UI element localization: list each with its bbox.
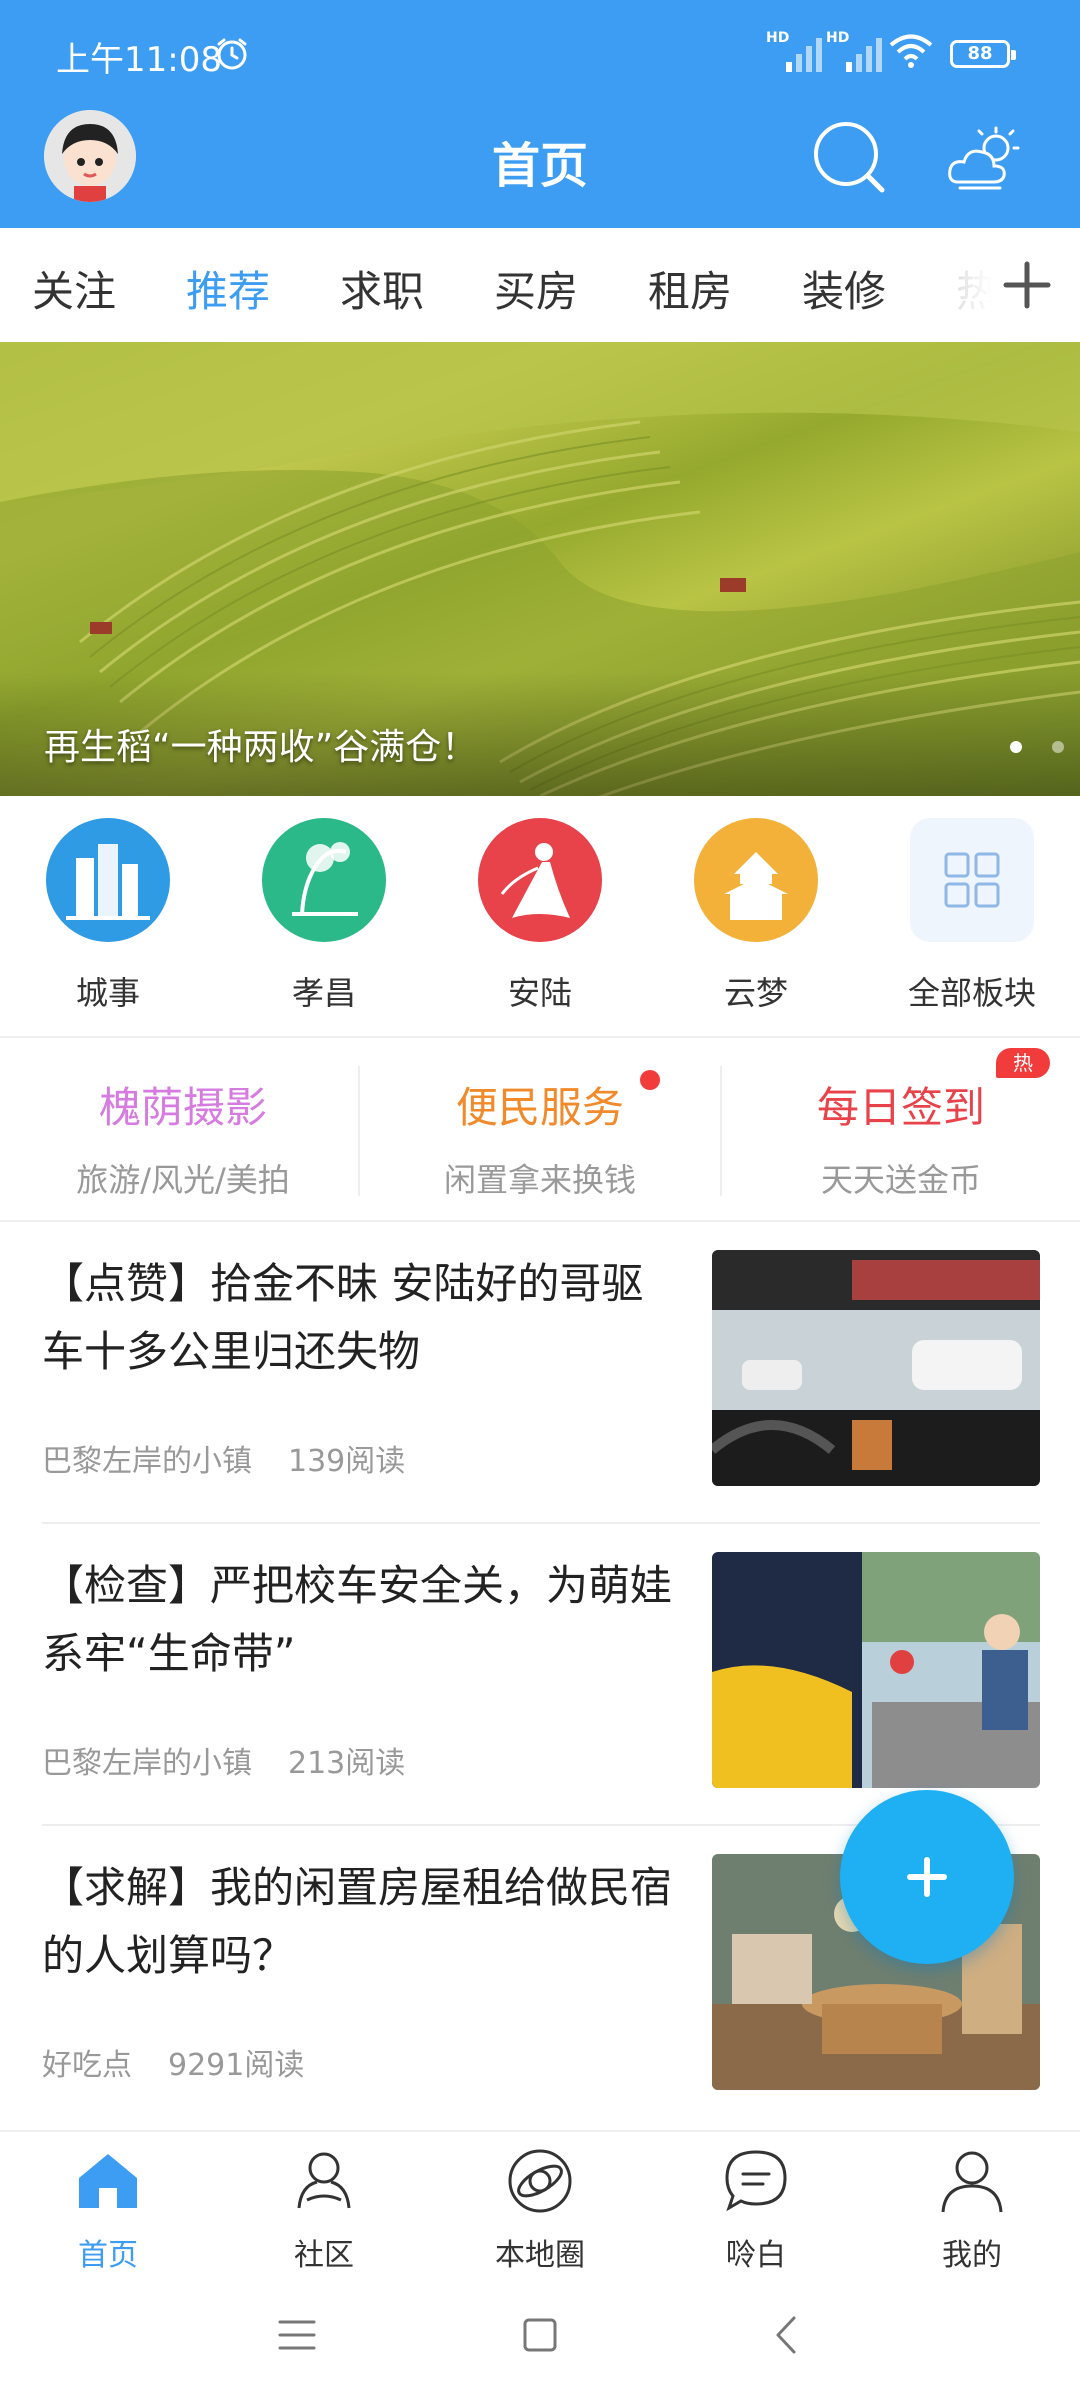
status-bar: 上午11:08 HD HD 88 (0, 0, 1080, 110)
menu-icon[interactable] (272, 2310, 322, 2360)
divider (358, 1066, 360, 1196)
battery-indicator: 88 (950, 40, 1016, 68)
signal-icon (786, 38, 822, 72)
feed-item[interactable]: 【点赞】拾金不昧 安陆好的哥驱车十多公里归还失物 巴黎左岸的小镇 139阅读 (0, 1222, 1080, 1524)
board-shortcuts: 城事 孝昌 安陆 云梦 全部板块 (0, 796, 1080, 1036)
service-subtitle: 闲置拿来换钱 (443, 1161, 636, 1199)
service-subtitle: 旅游/风光/美拍 (76, 1161, 290, 1199)
landscape-painting-icon (262, 818, 386, 942)
feed-title: 【检查】严把校车安全关，为萌娃系牢“生命带” (42, 1561, 673, 1678)
feed-thumbnail (712, 1250, 1040, 1486)
service-title: 每日签到 (816, 1083, 985, 1132)
tab-recommend[interactable]: 推荐 (186, 258, 270, 319)
hot-badge: 热 (996, 1048, 1050, 1078)
tab-buy-house[interactable]: 买房 (494, 258, 578, 319)
banner-caption: 再生稻“一种两收”谷满仓！ (44, 727, 478, 768)
city-buildings-icon (46, 818, 170, 942)
home-square-icon[interactable] (515, 2310, 565, 2360)
board-label: 全部板块 (907, 974, 1036, 1012)
pavilion-icon (694, 818, 818, 942)
back-icon[interactable] (762, 2310, 812, 2360)
feed-item[interactable]: 【检查】严把校车安全关，为萌娃系牢“生命带” 巴黎左岸的小镇 213阅读 (0, 1524, 1080, 1826)
nav-label: 本地圈 (495, 2238, 585, 2273)
notification-dot (640, 1070, 660, 1090)
feed-reads: 213阅读 (288, 1746, 406, 1781)
system-navigation-bar (0, 2270, 1080, 2400)
feed-meta: 好吃点 9291阅读 (42, 2040, 340, 2084)
plus-icon (924, 1857, 930, 1897)
service-subtitle: 天天送金币 (820, 1161, 981, 1199)
add-channel-icon[interactable] (992, 250, 1062, 320)
chat-bubble-icon (725, 2150, 787, 2212)
board-label: 城事 (75, 974, 140, 1012)
home-icon (79, 2154, 137, 2208)
nav-profile[interactable]: 我的 (897, 2144, 1047, 2274)
nav-label: 我的 (942, 2238, 1002, 2273)
service-daily-checkin[interactable]: 每日签到 天天送金币 (736, 1074, 1066, 1201)
feed-author: 好吃点 (42, 2048, 132, 2083)
nav-chat[interactable]: 唥白 (681, 2144, 831, 2274)
channel-tabs: 关注 推荐 求职 买房 租房 装修 热 (0, 228, 1080, 342)
nav-label: 首页 (78, 2238, 138, 2273)
app-header: 上午11:08 HD HD 88 首页 (0, 0, 1080, 228)
board-anlu[interactable]: 安陆 (460, 818, 620, 1014)
signal-icon (846, 38, 882, 72)
service-photography[interactable]: 槐荫摄影 旅游/风光/美拍 (18, 1074, 348, 1201)
search-icon[interactable] (810, 118, 890, 198)
feed-thumbnail (712, 1552, 1040, 1788)
weather-icon[interactable] (944, 124, 1024, 194)
feed-reads: 139阅读 (288, 1444, 406, 1479)
board-label: 孝昌 (291, 974, 356, 1012)
nav-label: 唥白 (726, 2238, 786, 2273)
board-label: 安陆 (507, 974, 572, 1012)
carousel-dot (1052, 741, 1064, 753)
status-time: 上午11:08 (56, 40, 222, 80)
grid-icon (910, 818, 1034, 942)
board-label: 云梦 (723, 974, 788, 1012)
create-post-button[interactable] (840, 1790, 1014, 1964)
divider (720, 1066, 722, 1196)
lady-silhouette-icon (478, 818, 602, 942)
alarm-icon (217, 38, 247, 70)
nav-local-circle[interactable]: 本地圈 (465, 2144, 615, 2274)
feed-title: 【求解】我的闲置房屋租给做民宿的人划算吗？ (42, 1863, 673, 1980)
divider (0, 1036, 1080, 1038)
wifi-icon (889, 34, 933, 68)
nav-label: 社区 (294, 2238, 354, 2273)
tab-jobs[interactable]: 求职 (340, 258, 424, 319)
nav-home[interactable]: 首页 (33, 2144, 183, 2274)
bottom-navigation: 首页 社区 本地圈 唥白 我的 (0, 2130, 1080, 2273)
feed-author: 巴黎左岸的小镇 (42, 1444, 252, 1479)
feed-author: 巴黎左岸的小镇 (42, 1746, 252, 1781)
board-all[interactable]: 全部板块 (892, 818, 1052, 1014)
nav-community[interactable]: 社区 (249, 2144, 399, 2274)
profile-icon (941, 2151, 1003, 2213)
tab-decoration[interactable]: 装修 (802, 258, 886, 319)
service-title: 槐荫摄影 (98, 1083, 267, 1132)
board-city[interactable]: 城事 (28, 818, 188, 1014)
feed-meta: 巴黎左岸的小镇 213阅读 (42, 1738, 441, 1782)
feed-title: 【点赞】拾金不昧 安陆好的哥驱车十多公里归还失物 (42, 1259, 644, 1376)
community-icon (297, 2152, 351, 2209)
page-title: 首页 (491, 138, 588, 194)
local-circle-icon (508, 2149, 572, 2213)
carousel-dot-active (1010, 741, 1022, 753)
feed-meta: 巴黎左岸的小镇 139阅读 (42, 1436, 441, 1480)
service-entries: 槐荫摄影 旅游/风光/美拍 便民服务 闲置拿来换钱 每日签到 天天送金币 (0, 1040, 1080, 1220)
board-xiaochang[interactable]: 孝昌 (244, 818, 404, 1014)
service-convenience[interactable]: 便民服务 闲置拿来换钱 (375, 1074, 705, 1201)
tab-follow[interactable]: 关注 (32, 258, 116, 319)
feed-reads: 9291阅读 (168, 2048, 305, 2083)
board-yunmeng[interactable]: 云梦 (676, 818, 836, 1014)
tab-rent-house[interactable]: 租房 (648, 258, 732, 319)
